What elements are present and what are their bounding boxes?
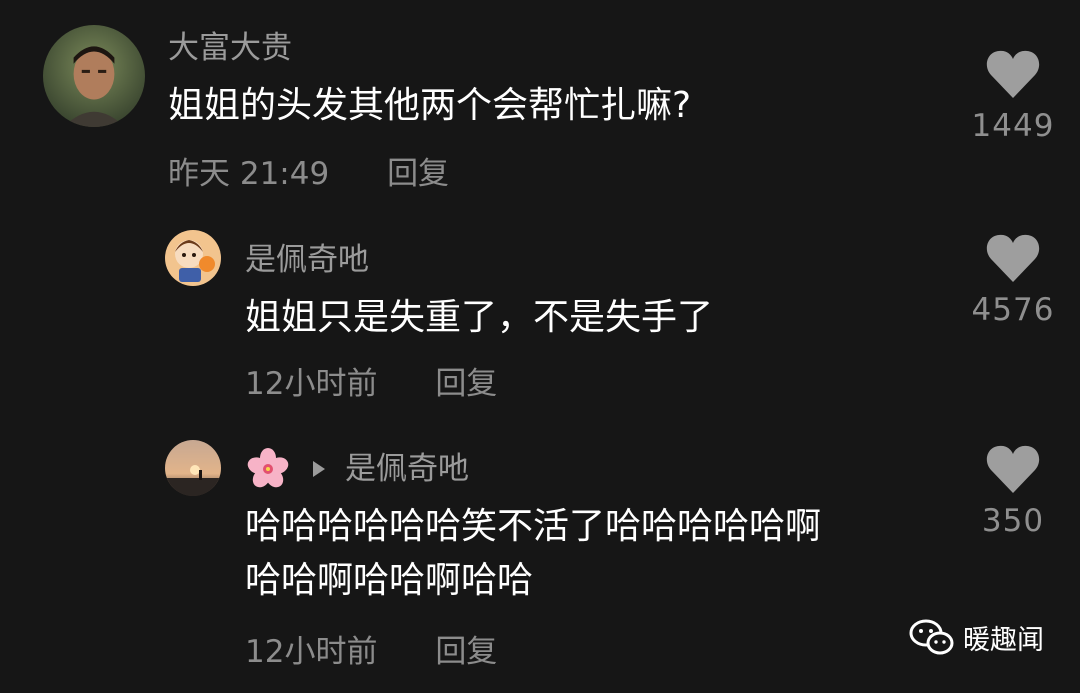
like-count: 350 <box>981 503 1045 539</box>
comment-time: 12小时前 <box>245 634 378 670</box>
comment-username-row: 是佩奇吔 <box>245 446 469 492</box>
reply-button[interactable]: 回复 <box>387 154 449 194</box>
watermark-text: 暖趣闻 <box>963 624 1044 656</box>
heart-icon <box>986 445 1040 493</box>
commenter-avatar[interactable] <box>43 25 145 127</box>
heart-icon <box>986 50 1040 98</box>
comment-time: 昨天 21:49 <box>168 156 330 192</box>
reply-button[interactable]: 回复 <box>435 364 497 404</box>
comment-text: 姐姐只是失重了，不是失手了 <box>245 291 713 345</box>
comment-text-line: 姐姐的头发其他两个会帮忙扎嘛? <box>168 85 692 126</box>
comment-meta: 昨天 21:49 回复 <box>168 154 449 194</box>
like-count: 1449 <box>971 108 1055 144</box>
cartoon-avatar <box>165 230 221 286</box>
commenter-avatar[interactable] <box>165 440 221 496</box>
man-photo-avatar <box>43 25 145 127</box>
wechat-icon <box>909 619 954 655</box>
comment-meta: 12小时前 回复 <box>245 632 497 672</box>
comment-text-line: 哈哈哈哈哈哈笑不活了哈哈哈哈哈啊 <box>245 506 822 547</box>
comment-username[interactable]: 大富大贵 <box>168 28 292 68</box>
comment-text-line: 哈哈啊哈哈啊哈哈 <box>245 560 534 601</box>
commenter-avatar[interactable] <box>165 230 221 286</box>
heart-icon <box>986 234 1040 282</box>
comment-username[interactable]: 是佩奇吔 <box>245 240 369 280</box>
like-button[interactable]: 1449 <box>963 48 1063 146</box>
reply-button[interactable]: 回复 <box>435 632 497 672</box>
sunset-avatar <box>165 440 221 496</box>
watermark: 暖趣闻 <box>909 617 1044 657</box>
like-button[interactable]: 350 <box>963 443 1063 541</box>
comment-text: 姐姐的头发其他两个会帮忙扎嘛? <box>168 79 691 133</box>
comment-text: 哈哈哈哈哈哈笑不活了哈哈哈哈哈啊 哈哈啊哈哈啊哈哈 <box>245 500 821 608</box>
like-button[interactable]: 4576 <box>963 232 1063 330</box>
comment-text-line: 姐姐只是失重了，不是失手了 <box>245 297 714 338</box>
reply-to-username[interactable]: 是佩奇吔 <box>345 449 469 489</box>
comment-time: 12小时前 <box>245 366 378 402</box>
cherry-blossom-icon[interactable] <box>245 446 291 492</box>
comment-meta: 12小时前 回复 <box>245 364 497 404</box>
reply-arrow-icon <box>313 461 325 477</box>
like-count: 4576 <box>971 292 1055 328</box>
